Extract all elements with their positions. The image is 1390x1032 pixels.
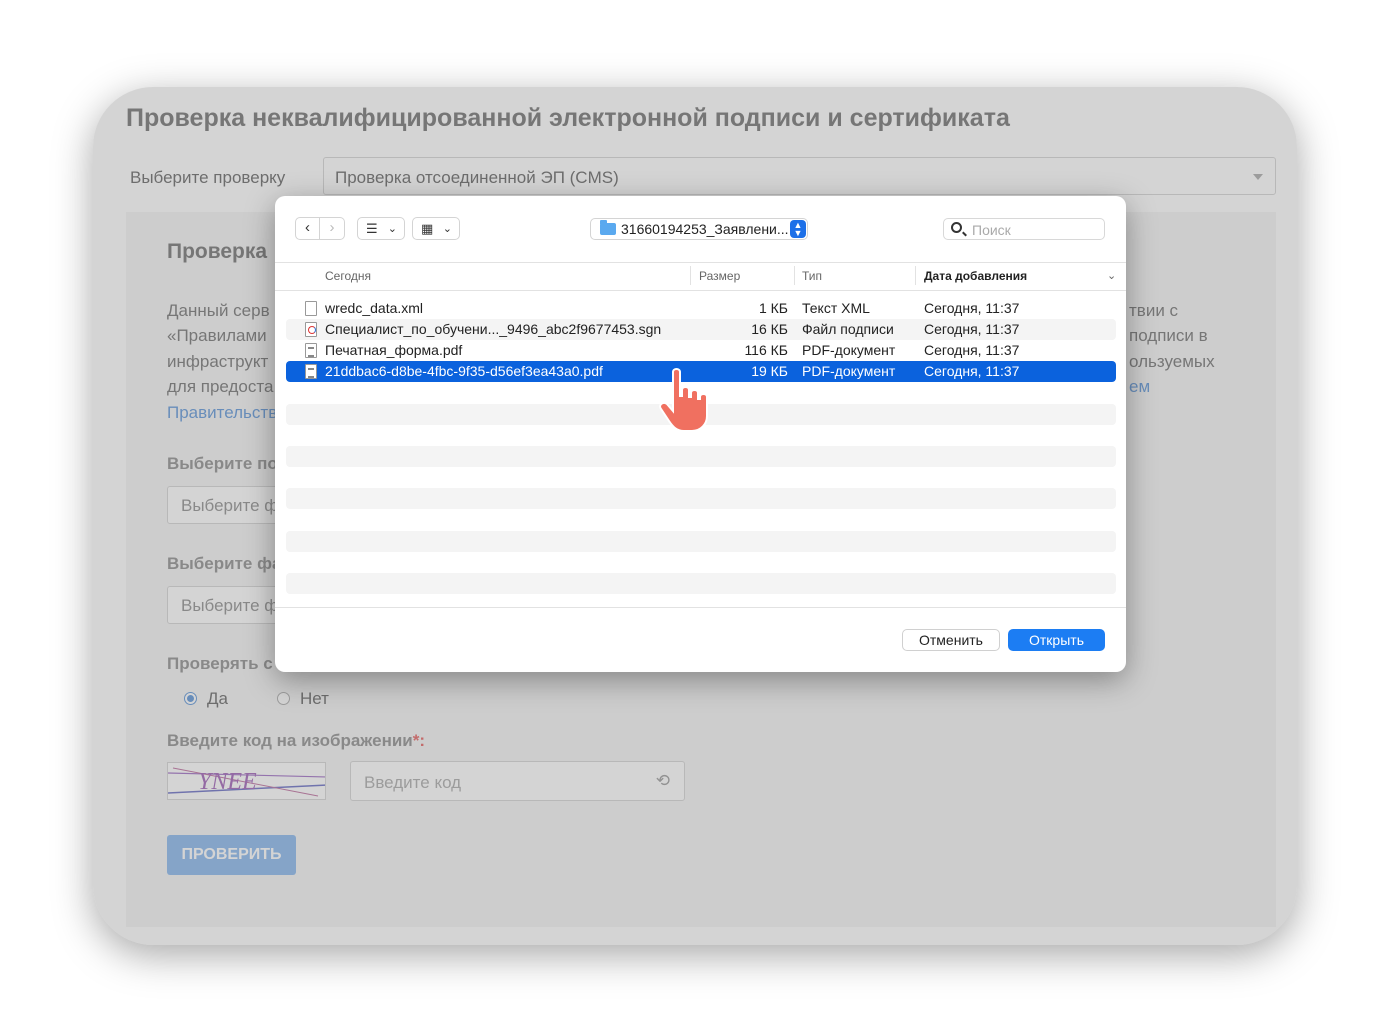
folder-icon	[600, 220, 616, 235]
forward-button[interactable]: ›	[320, 217, 345, 240]
column-type-header[interactable]: Тип	[802, 269, 822, 283]
list-icon: ☰	[366, 221, 378, 236]
pdf-file-icon	[305, 364, 317, 379]
updown-arrows-icon: ▲ ▼	[790, 220, 806, 238]
column-separator	[915, 266, 916, 285]
folder-popup[interactable]: 31660194253_Заявлени... ▲ ▼	[590, 218, 808, 240]
grid-view-button[interactable]: ▦ ⌄	[412, 217, 460, 240]
chevron-down-icon: ⌄	[442, 223, 452, 235]
file-name: Специалист_по_обучени..._9496_abc2f96774…	[325, 321, 662, 337]
file-name: Печатная_форма.pdf	[325, 342, 463, 358]
pointer-hand-icon	[659, 368, 708, 432]
file-type: PDF-документ	[802, 342, 896, 358]
footer-divider	[275, 607, 1126, 608]
chevron-right-icon: ›	[329, 219, 335, 236]
file-date: Сегодня, 11:37	[924, 363, 1020, 379]
column-date-header[interactable]: Дата добавления	[924, 269, 1027, 283]
header-divider	[275, 262, 1126, 263]
file-size: 1 КБ	[758, 300, 788, 316]
folder-name: 31660194253_Заявлени...	[621, 221, 789, 237]
search-icon	[951, 222, 962, 233]
sort-chevron-icon: ⌄	[1107, 270, 1117, 282]
file-date: Сегодня, 11:37	[924, 342, 1020, 358]
file-date: Сегодня, 11:37	[924, 300, 1020, 316]
search-placeholder: Поиск	[972, 222, 1011, 238]
column-separator	[794, 266, 795, 285]
file-row[interactable]: wredc_data.xml 1 КБ Текст XML Сегодня, 1…	[286, 298, 1116, 319]
grid-icon: ▦	[421, 221, 434, 236]
file-size: 16 КБ	[751, 321, 788, 337]
file-type: PDF-документ	[802, 363, 896, 379]
file-type: Файл подписи	[802, 321, 894, 337]
file-date: Сегодня, 11:37	[924, 321, 1020, 337]
empty-row	[286, 446, 1116, 467]
list-view-button[interactable]: ☰ ⌄	[357, 217, 405, 240]
column-separator	[690, 266, 691, 285]
signature-file-icon	[305, 322, 317, 337]
header-divider	[275, 290, 1126, 291]
pdf-file-icon	[305, 343, 317, 358]
empty-row	[286, 488, 1116, 509]
file-row[interactable]: Специалист_по_обучени..._9496_abc2f96774…	[286, 319, 1116, 340]
chevron-left-icon: ‹	[305, 219, 310, 236]
search-field[interactable]: Поиск	[943, 218, 1105, 240]
xml-file-icon	[305, 301, 317, 316]
file-row[interactable]: Печатная_форма.pdf 116 КБ PDF-документ С…	[286, 340, 1116, 361]
file-name: 21ddbac6-d8be-4fbc-9f35-d56ef3ea43a0.pdf	[325, 363, 603, 379]
file-size: 19 КБ	[751, 363, 788, 379]
empty-row	[286, 573, 1116, 594]
open-button[interactable]: Открыть	[1008, 629, 1105, 651]
column-name-header[interactable]: Сегодня	[325, 269, 371, 283]
cancel-button[interactable]: Отменить	[902, 629, 1000, 651]
file-type: Текст XML	[802, 300, 870, 316]
file-name: wredc_data.xml	[325, 300, 424, 316]
column-size-header[interactable]: Размер	[699, 269, 740, 283]
empty-row	[286, 531, 1116, 552]
file-size: 116 КБ	[744, 342, 788, 358]
back-button[interactable]: ‹	[295, 217, 320, 240]
chevron-down-icon: ⌄	[387, 223, 397, 235]
file-open-dialog: ‹ › ☰ ⌄ ▦ ⌄ 31660194253_Заявлени... ▲ ▼ Пои…	[275, 196, 1126, 672]
